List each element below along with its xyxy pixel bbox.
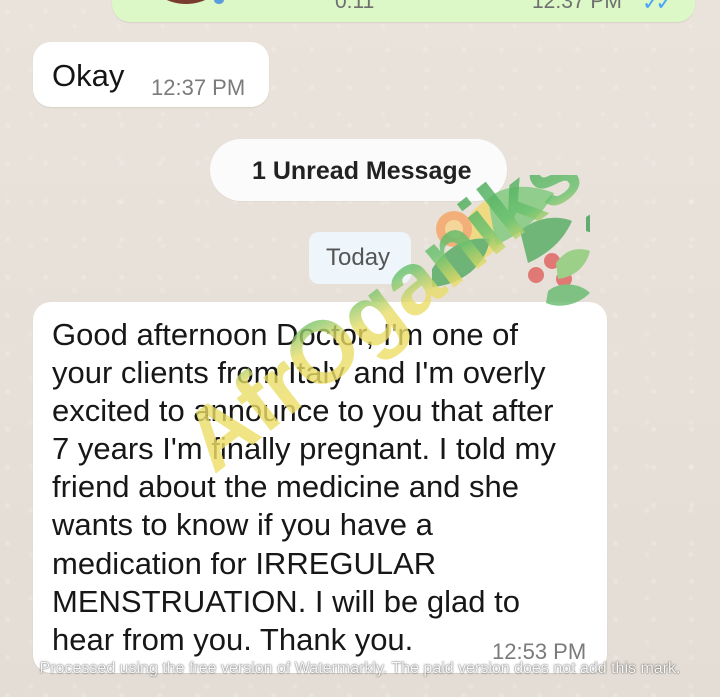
voice-duration: 0:11	[335, 0, 375, 13]
unread-messages-label: 1 Unread Message	[252, 157, 472, 185]
double-check-icon: ✓✓	[642, 0, 674, 15]
voice-timestamp: 12:37 PM	[532, 0, 622, 13]
message-text: Okay	[52, 58, 125, 93]
message-timestamp: 12:37 PM	[151, 75, 246, 100]
message-text-long: Good afternoon Doctor, I'm one of your c…	[52, 317, 556, 657]
watermark-footer-notice: Processed using the free version of Wate…	[39, 660, 681, 677]
date-separator-label: Today	[326, 244, 391, 271]
